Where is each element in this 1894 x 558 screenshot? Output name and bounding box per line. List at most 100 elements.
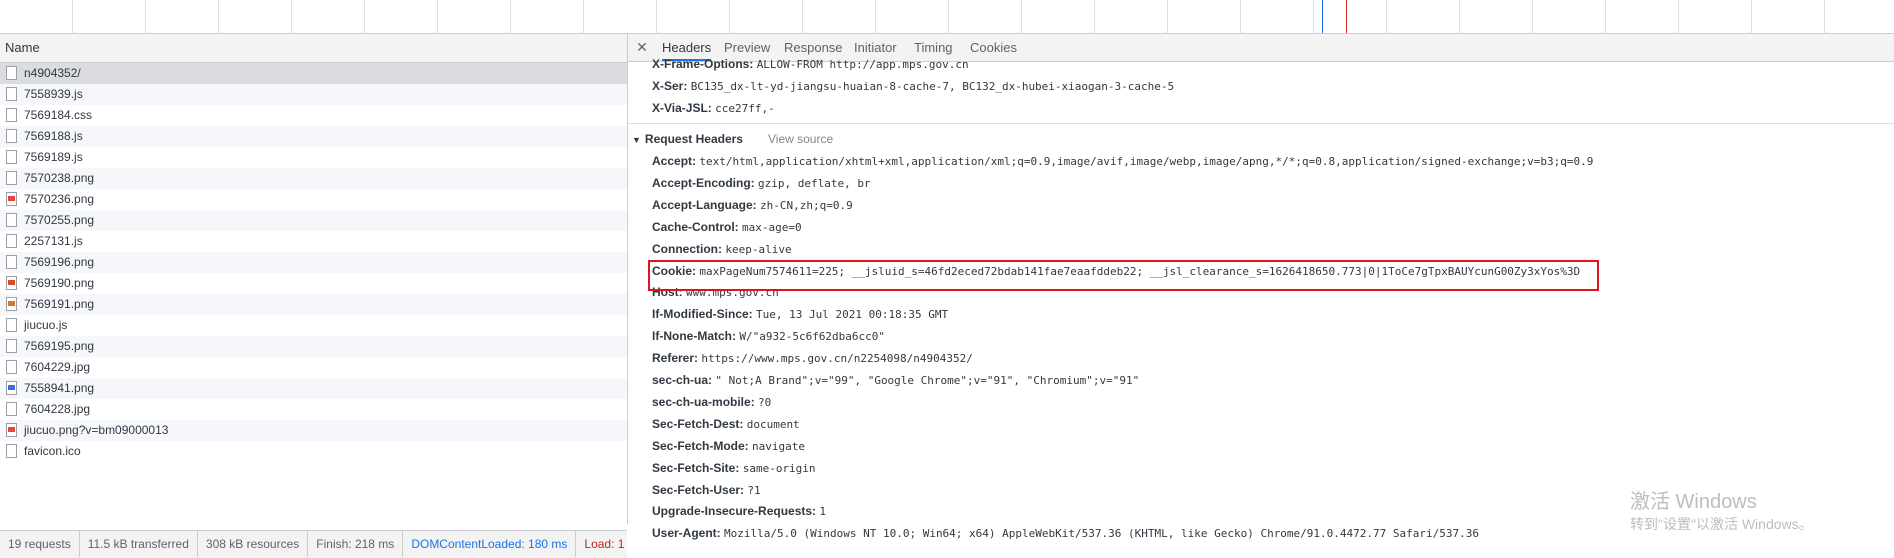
request-name: 7569195.png (24, 339, 95, 353)
timeline-gridline (948, 0, 949, 33)
timeline-gridline (1824, 0, 1825, 33)
header-value: navigate (752, 439, 806, 453)
header-line: User-Agent: Mozilla/5.0 (Windows NT 10.0… (652, 524, 1479, 543)
request-name: 7604229.jpg (24, 360, 91, 374)
timeline-gridline (1678, 0, 1679, 33)
close-icon[interactable]: ✕ (635, 38, 649, 56)
request-name: n4904352/ (24, 66, 81, 80)
thumbnail-mark (8, 427, 15, 432)
header-value: Mozilla/5.0 (Windows NT 10.0; Win64; x64… (724, 527, 1479, 541)
header-name: Accept-Encoding: (652, 175, 755, 190)
request-row[interactable]: 7558939.js (0, 84, 627, 105)
header-name: Sec-Fetch-Dest: (652, 416, 744, 431)
view-source-link[interactable]: View source (768, 129, 833, 149)
timeline-gridline (1021, 0, 1022, 33)
image-icon (6, 423, 17, 437)
request-name: 7558941.png (24, 381, 95, 395)
header-value: keep-alive (725, 242, 792, 256)
timeline-gridline (72, 0, 73, 33)
header-name: Accept-Language: (652, 197, 757, 212)
script-icon (6, 318, 17, 332)
header-line: If-Modified-Since: Tue, 13 Jul 2021 00:1… (652, 305, 948, 324)
request-row[interactable]: 7569184.css (0, 105, 627, 126)
thumbnail-mark (8, 196, 15, 201)
name-column-header[interactable]: Name (0, 34, 627, 63)
load-time: Load: 1 (584, 537, 625, 551)
dom-content-loaded-time: DOMContentLoaded: 180 ms (403, 531, 577, 557)
request-row[interactable]: n4904352/ (0, 63, 627, 84)
header-value: ALLOW-FROM http://app.mps.gov.cn (756, 58, 969, 71)
header-value: gzip, deflate, br (758, 176, 871, 190)
request-name: favicon.ico (24, 444, 81, 458)
image-icon (6, 297, 17, 311)
header-value: " Not;A Brand";v="99", "Google Chrome";v… (715, 374, 1140, 387)
request-detail-pane: ✕ Headers Preview Response Initiator Tim… (628, 34, 1894, 557)
timeline-gridline (875, 0, 876, 33)
request-row[interactable]: 7570255.png (0, 210, 627, 231)
request-row[interactable]: 7569188.js (0, 126, 627, 147)
request-row[interactable]: 7569196.png (0, 252, 627, 273)
request-name: 7570255.png (24, 213, 95, 227)
request-row[interactable]: 7570236.png (0, 189, 627, 210)
header-line: Sec-Fetch-Site: same-origin (652, 459, 816, 478)
header-line: Upgrade-Insecure-Requests: 1 (652, 502, 826, 521)
header-value: ?1 (747, 483, 761, 497)
tab-cookies[interactable]: Cookies (970, 34, 1017, 61)
header-line: Sec-Fetch-Mode: navigate (652, 437, 805, 456)
header-line: Sec-Fetch-User: ?1 (652, 481, 761, 500)
section-divider (628, 123, 1894, 124)
request-row[interactable]: favicon.ico (0, 441, 627, 462)
request-row[interactable]: jiucuo.png?v=bm09000013 (0, 420, 627, 441)
header-name: sec-ch-ua-mobile: (652, 394, 755, 409)
header-line: Accept-Encoding: gzip, deflate, br (652, 174, 871, 193)
image-icon (6, 339, 17, 353)
header-value: max-age=0 (742, 220, 802, 234)
dom-content-loaded-marker (1322, 0, 1323, 33)
transferred-size: 11.5 kB transferred (80, 531, 198, 557)
image-icon (6, 171, 17, 185)
request-row[interactable]: 7604228.jpg (0, 399, 627, 420)
header-value: ?0 (758, 395, 772, 409)
request-row[interactable]: 7570238.png (0, 168, 627, 189)
request-headers-section-toggle[interactable]: ▼ Request Headers (632, 129, 743, 149)
request-name: 7570236.png (24, 192, 95, 206)
request-row[interactable]: 7558941.png (0, 378, 627, 399)
header-value: W/"a932-5c6f62dba6cc0" (739, 330, 886, 344)
load-marker (1346, 0, 1347, 33)
header-line: sec-ch-ua: " Not;A Brand";v="99", "Googl… (652, 371, 1139, 390)
script-icon (6, 129, 17, 143)
header-name: If-Modified-Since: (652, 307, 753, 322)
request-row[interactable]: 7569190.png (0, 273, 627, 294)
header-line: Accept-Language: zh-CN,zh;q=0.9 (652, 196, 853, 215)
image-icon (6, 444, 17, 458)
header-line: Connection: keep-alive (652, 240, 792, 259)
request-row[interactable]: 7569195.png (0, 336, 627, 357)
header-line: If-None-Match: W/"a932-5c6f62dba6cc0" (652, 327, 885, 346)
timeline-gridline (510, 0, 511, 33)
request-row[interactable]: 2257131.js (0, 231, 627, 252)
header-line: Cache-Control: max-age=0 (652, 218, 802, 237)
header-line: sec-ch-ua-mobile: ?0 (652, 393, 771, 412)
request-row[interactable]: 7569191.png (0, 294, 627, 315)
header-value: text/html,application/xhtml+xml,applicat… (699, 155, 1594, 168)
timeline-gridline (364, 0, 365, 33)
timeline-gridline (1167, 0, 1168, 33)
header-line: X-Via-JSL: cce27ff,- (652, 99, 775, 118)
header-value: zh-CN,zh;q=0.9 (760, 198, 853, 212)
header-value: same-origin (742, 461, 816, 475)
request-row[interactable]: 7569189.js (0, 147, 627, 168)
triangle-down-icon: ▼ (632, 135, 641, 145)
request-row[interactable]: jiucuo.js (0, 315, 627, 336)
request-row[interactable]: 7604229.jpg (0, 357, 627, 378)
header-name: Sec-Fetch-Site: (652, 460, 740, 475)
network-timeline-overview[interactable] (0, 0, 1894, 34)
thumbnail-mark (8, 385, 15, 390)
header-value: BC135_dx-lt-yd-jiangsu-huaian-8-cache-7,… (690, 80, 1175, 93)
timeline-gridline (1313, 0, 1314, 33)
timeline-gridline (1605, 0, 1606, 33)
image-icon (6, 360, 17, 374)
timeline-gridline (437, 0, 438, 33)
header-value: document (746, 417, 800, 431)
watermark-subtitle: 转到"设置"以激活 Windows。 (1630, 516, 1813, 532)
header-name: Referer: (652, 351, 699, 366)
